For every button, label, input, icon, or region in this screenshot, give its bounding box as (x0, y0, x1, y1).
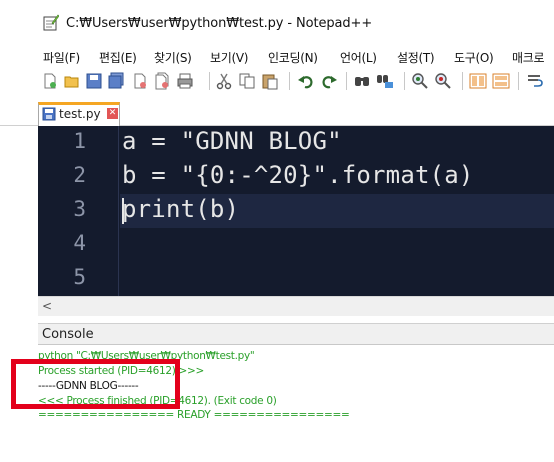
toolbar-separator (518, 72, 519, 90)
line-number: 2 (73, 163, 86, 187)
tab-bar: test.py ✕ (0, 96, 554, 126)
tab-label: test.py (59, 107, 101, 121)
sync-vertical-icon[interactable] (469, 72, 487, 90)
sync-horizontal-icon[interactable] (492, 72, 510, 90)
line-number-gutter: 1 2 3 4 5 (38, 126, 119, 296)
line-number: 4 (73, 231, 86, 255)
text-caret (122, 198, 124, 224)
tab-close-icon[interactable]: ✕ (107, 108, 118, 119)
save-icon[interactable] (85, 72, 103, 90)
line-number: 5 (73, 265, 86, 289)
close-icon[interactable] (131, 72, 149, 90)
replace-icon[interactable] (376, 72, 394, 90)
close-all-icon[interactable] (153, 72, 171, 90)
line-number: 3 (73, 197, 86, 221)
code-line: b = "{0:-^20}".format(a) (122, 161, 474, 189)
word-wrap-icon[interactable] (526, 72, 544, 90)
menu-edit[interactable]: 편집(E) (99, 49, 137, 66)
open-file-icon[interactable] (63, 72, 81, 90)
find-icon[interactable] (353, 72, 371, 90)
save-all-icon[interactable] (107, 72, 125, 90)
copy-icon[interactable] (238, 72, 256, 90)
toolbar-separator (289, 72, 290, 90)
menu-language[interactable]: 언어(L) (340, 49, 377, 66)
toolbar-separator (209, 72, 210, 90)
tab-test-py[interactable]: test.py ✕ (38, 102, 120, 126)
undo-icon[interactable] (297, 72, 315, 90)
console-line: ================ READY ================ (38, 409, 350, 421)
menu-bar: 파일(F) 편집(E) 찾기(S) 보기(V) 인코딩(N) 언어(L) 설정(… (0, 44, 554, 68)
code-line: print(b) (122, 195, 240, 223)
code-editor[interactable]: 1 2 3 4 5 a = "GDNN BLOG" b = "{0:-^20}"… (38, 126, 554, 296)
zoom-in-icon[interactable] (411, 72, 429, 90)
zoom-out-icon[interactable] (434, 72, 452, 90)
console-title: Console (42, 327, 94, 342)
menu-encoding[interactable]: 인코딩(N) (268, 49, 318, 66)
menu-file[interactable]: 파일(F) (43, 49, 80, 66)
menu-macro[interactable]: 매크로 (512, 49, 545, 66)
window-title: C:₩Users₩user₩python₩test.py - Notepad++ (66, 16, 373, 31)
menu-tools[interactable]: 도구(O) (454, 49, 494, 66)
print-icon[interactable] (176, 72, 194, 90)
cut-icon[interactable] (215, 72, 233, 90)
title-bar: C:₩Users₩user₩python₩test.py - Notepad++ (0, 0, 554, 44)
notepad-plus-plus-icon (43, 14, 59, 31)
menu-settings[interactable]: 설정(T) (397, 49, 435, 66)
line-number: 1 (73, 129, 86, 153)
horizontal-scrollbar[interactable]: < (38, 296, 554, 316)
redo-icon[interactable] (320, 72, 338, 90)
menu-search[interactable]: 찾기(S) (154, 49, 192, 66)
scroll-left-arrow[interactable]: < (38, 297, 56, 316)
menu-view[interactable]: 보기(V) (210, 49, 248, 66)
new-file-icon[interactable] (41, 72, 59, 90)
saved-file-icon (42, 107, 56, 121)
annotation-highlight-box (11, 359, 180, 409)
toolbar-separator (404, 72, 405, 90)
code-line: a = "GDNN BLOG" (122, 127, 342, 155)
toolbar-separator (346, 72, 347, 90)
paste-icon[interactable] (261, 72, 279, 90)
toolbar (0, 68, 554, 96)
console-header: Console (38, 323, 554, 345)
toolbar-separator (462, 72, 463, 90)
